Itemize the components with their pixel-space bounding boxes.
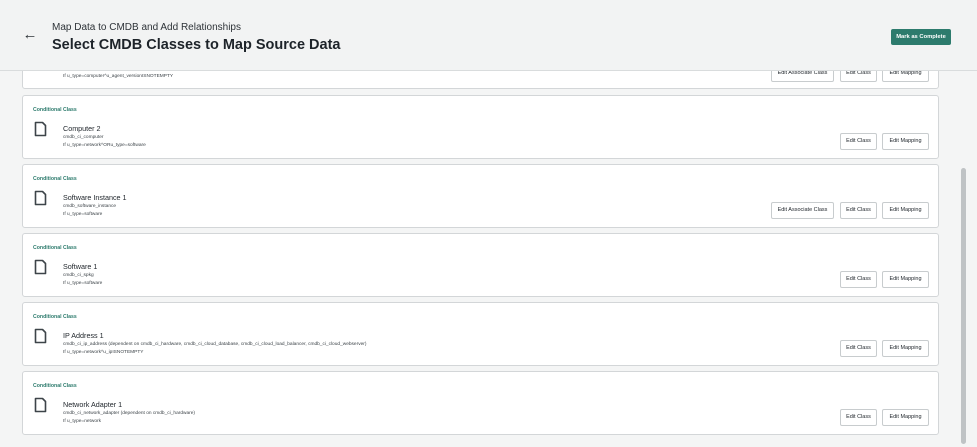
edit-associate-class-button[interactable]: Edit Associate Class — [771, 202, 834, 219]
class-name: Software 1 — [63, 262, 98, 271]
conditional-class-label: Conditional Class — [33, 383, 77, 389]
edit-class-button[interactable]: Edit Class — [840, 409, 877, 426]
edit-class-button[interactable]: Edit Class — [840, 271, 877, 288]
card-condition: If u_type=computer^u_agent_versionISNOTE… — [63, 74, 174, 79]
page-title: Select CMDB Classes to Map Source Data — [52, 37, 341, 53]
document-icon — [34, 397, 47, 413]
class-table: cmdb_software_instance — [63, 204, 117, 209]
class-card: Conditional Class Software 1 cmdb_ci_spk… — [22, 233, 939, 297]
document-icon — [34, 328, 47, 344]
class-name: IP Address 1 — [63, 331, 104, 340]
class-name: Software Instance 1 — [63, 193, 127, 202]
card-condition: If u_type=software — [63, 212, 103, 217]
card-condition: If u_type=network^ORu_type=software — [63, 143, 146, 148]
edit-class-button[interactable]: Edit Class — [840, 133, 877, 150]
class-card: Conditional Class Network Adapter 1 cmdb… — [22, 371, 939, 435]
class-card: Conditional Class Computer 2 cmdb_ci_com… — [22, 95, 939, 159]
page-subtitle: Map Data to CMDB and Add Relationships — [52, 22, 241, 33]
class-table: cmdb_ci_network_adapter (dependent on cm… — [63, 411, 195, 416]
edit-class-button[interactable]: Edit Class — [840, 202, 877, 219]
document-icon — [34, 259, 47, 275]
edit-class-button[interactable]: Edit Class — [840, 340, 877, 357]
card-condition: If u_type=network — [63, 419, 101, 424]
card-condition: If u_type=software — [63, 281, 103, 286]
edit-mapping-button[interactable]: Edit Mapping — [882, 409, 929, 426]
mark-as-complete-button[interactable]: Mark as Complete — [891, 29, 951, 45]
edit-mapping-button[interactable]: Edit Mapping — [882, 133, 929, 150]
arrow-left-icon[interactable]: ← — [22, 27, 38, 43]
class-name: Computer 2 — [63, 124, 101, 133]
conditional-class-label: Conditional Class — [33, 245, 77, 251]
class-card: Conditional Class IP Address 1 cmdb_ci_i… — [22, 302, 939, 366]
class-name: Network Adapter 1 — [63, 400, 123, 409]
class-card: Conditional Class Software Instance 1 cm… — [22, 164, 939, 228]
card-condition: If u_type=network^u_ipISNOTEMPTY — [63, 350, 144, 355]
edit-mapping-button[interactable]: Edit Mapping — [882, 202, 929, 219]
scrollbar-thumb[interactable] — [961, 168, 966, 444]
document-icon — [34, 121, 47, 137]
page-header: ← Map Data to CMDB and Add Relationships… — [0, 0, 977, 71]
edit-mapping-button[interactable]: Edit Mapping — [882, 271, 929, 288]
conditional-class-label: Conditional Class — [33, 176, 77, 182]
class-table: cmdb_ci_computer — [63, 135, 104, 140]
conditional-class-label: Conditional Class — [33, 107, 77, 113]
edit-mapping-button[interactable]: Edit Mapping — [882, 340, 929, 357]
class-table: cmdb_ci_spkg — [63, 273, 94, 278]
document-icon — [34, 190, 47, 206]
conditional-class-label: Conditional Class — [33, 314, 77, 320]
class-table: cmdb_ci_ip_address (dependent on cmdb_ci… — [63, 342, 367, 347]
